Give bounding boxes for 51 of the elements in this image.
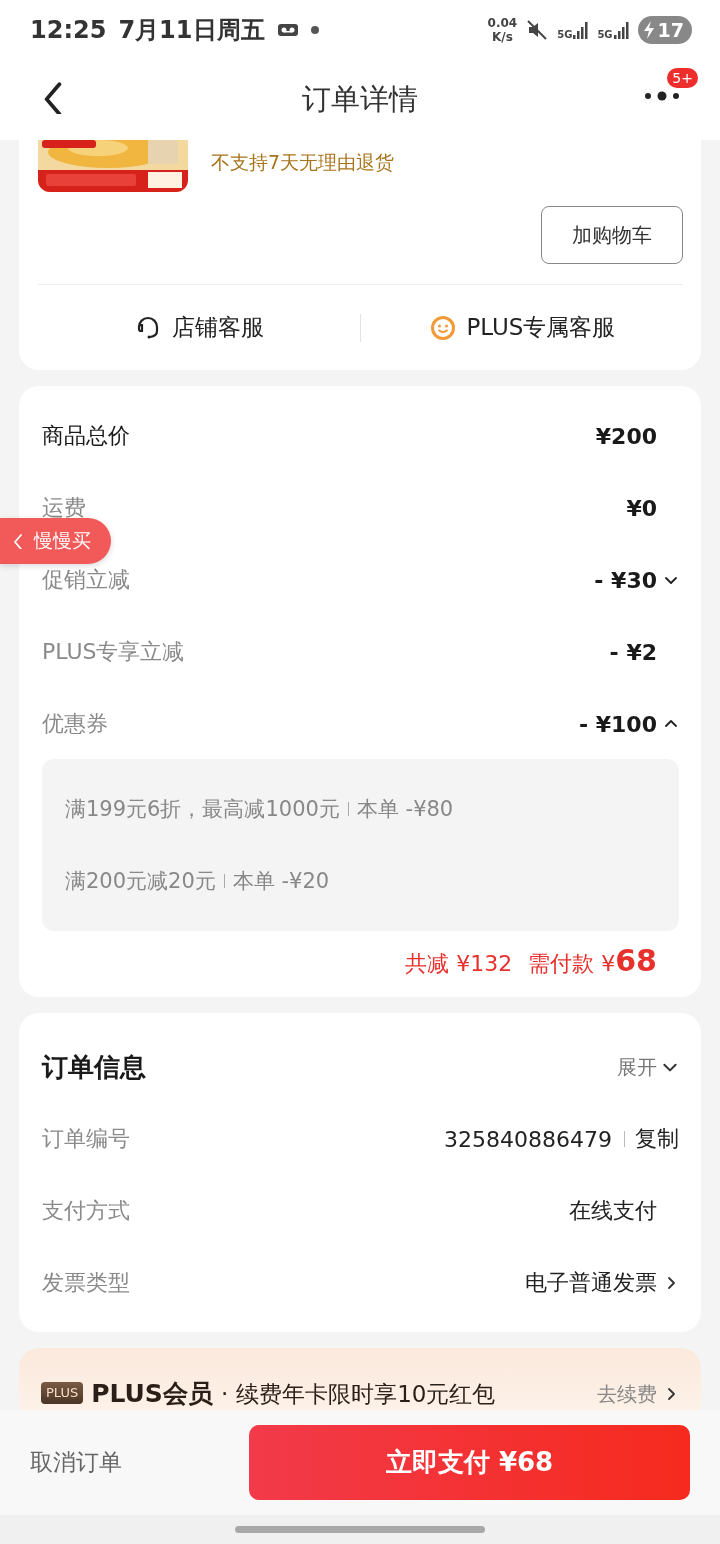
total-discount: 共减 ¥132 [405,950,513,978]
price-label: PLUS专享立减 [42,638,185,666]
clock: 12:25 [30,16,107,44]
customer-service-button[interactable]: PLUS专属客服 [361,311,683,344]
page-title: 订单详情 [302,81,418,118]
amount-due: 需付款 ¥68 [528,943,657,979]
section-title: 订单信息 [42,1050,146,1084]
price-value: - ¥100 [578,711,657,737]
date: 7月11日周五 [118,15,265,46]
renew-link[interactable]: 去续费 [597,1380,679,1408]
network-type-label: 5G [557,29,573,40]
price-label: 优惠券 [42,710,108,738]
price-value: - ¥30 [594,567,657,593]
coupon-amount: 本单 -¥80 [356,796,454,823]
notification-badge: 5+ [665,66,700,90]
signal-icon [573,20,590,40]
network-speed-unit: K/s [492,30,513,44]
signal-icon [613,20,630,40]
coupon-amount: 本单 -¥20 [232,868,330,895]
network-speed: 0.04 [487,16,518,30]
info-label: 发票类型 [42,1269,130,1297]
plus-badge: PLUS [41,1382,84,1404]
charging-icon [641,20,656,40]
cancel-order-button[interactable]: 取消订单 [30,1447,122,1478]
info-value: 在线支付 [569,1197,657,1225]
coupon-rule: 满200元减20元 [65,868,216,895]
promo-text: 续费年卡限时享10元红包 [236,1380,496,1409]
price-value: ¥0 [626,495,657,521]
customer-service-button[interactable]: 店铺客服 [38,311,360,344]
coupon-rule: 满199元6折，最高减1000元 [65,796,340,823]
info-label: 订单编号 [42,1125,130,1153]
network-type-label: 5G [597,29,613,40]
more-icon [644,90,680,102]
smiley-icon [428,313,457,342]
notification-dot [310,26,319,34]
pay-now-button[interactable]: 立即支付 ¥68 [249,1425,690,1500]
membership-title: PLUS会员 [91,1378,213,1410]
price-value: ¥200 [595,423,657,449]
price-label: 促销立减 [42,566,130,594]
price-value: - ¥2 [609,639,657,665]
info-value: 电子普通发票 [525,1269,657,1297]
floating-tab[interactable]: 慢慢买 [0,518,111,564]
price-label: 商品总价 [42,422,130,450]
info-value: 325840886479 [444,1126,612,1152]
info-label: 支付方式 [42,1197,130,1225]
expand-toggle[interactable]: 展开 [617,1053,679,1081]
add-to-cart-button[interactable]: 加购物车 [541,206,683,264]
voicemail-icon [276,23,299,37]
separator-dot: · [220,1380,229,1409]
return-policy-notice: 不支持7天无理由退货 [211,150,395,175]
battery-indicator: 17 [637,16,692,44]
